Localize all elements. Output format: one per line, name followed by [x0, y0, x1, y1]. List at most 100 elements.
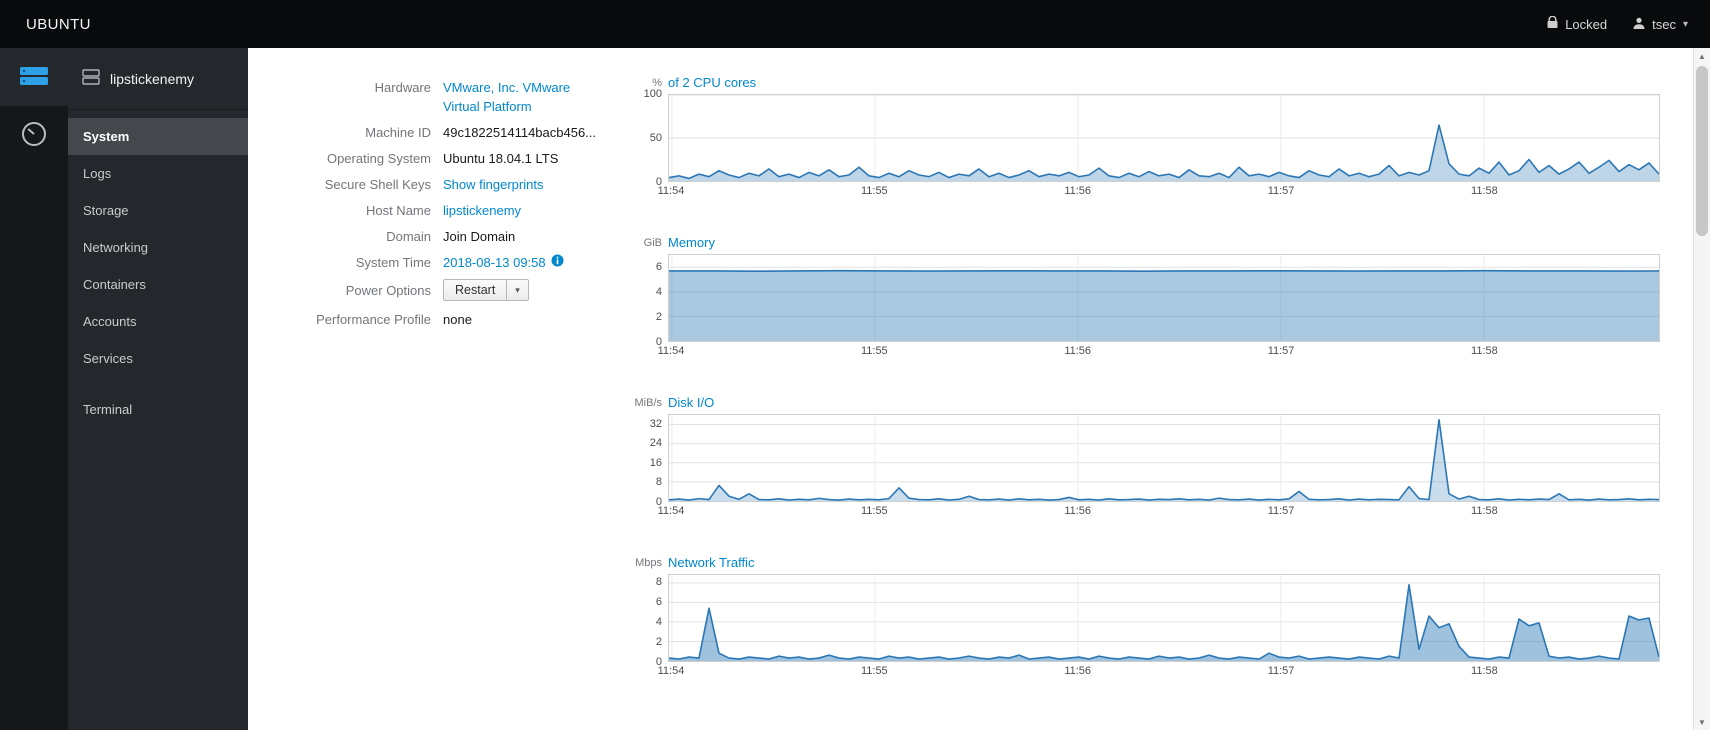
y-axis-labels: 02468	[616, 574, 668, 668]
host-name-link[interactable]: lipstickenemy	[443, 203, 521, 218]
host-tile-selected[interactable]	[0, 48, 68, 106]
brand-logo: UBUNTU	[26, 15, 91, 33]
main-content: Hardware VMware, Inc. VMware Virtual Pla…	[248, 48, 1710, 730]
nav-items: System Logs Storage Networking Container…	[68, 110, 248, 428]
scrollbar-down-arrow[interactable]: ▼	[1694, 714, 1710, 730]
performance-profile-row: Performance Profile none	[268, 310, 608, 329]
disk-io-plot-area	[668, 414, 1660, 502]
sidebar: lipstickenemy System Logs Storage Networ…	[68, 48, 248, 730]
cpu-chart: % of 2 CPU cores 0 50 100 11:54 11:55 11:56 1…	[616, 72, 1660, 200]
x-tick-label: 11:56	[1064, 185, 1092, 197]
host-name: lipstickenemy	[110, 70, 195, 87]
y-tick-label: 100	[643, 88, 662, 100]
disk-io-unit-label: MiB/s	[634, 397, 663, 409]
machine-id-value: 49c1822514114bacb456...	[443, 125, 597, 140]
y-tick-label: 4	[655, 616, 662, 628]
x-tick-label: 11:57	[1267, 185, 1295, 197]
username: tsec	[1652, 16, 1676, 32]
host-name-row: Host Name lipstickenemy	[268, 201, 608, 220]
x-tick-label: 11:55	[860, 345, 888, 357]
y-tick-label: 6	[655, 260, 662, 273]
ssh-keys-label: Secure Shell Keys	[324, 177, 431, 192]
hardware-link[interactable]: VMware, Inc. VMware Virtual Platform	[443, 80, 570, 114]
x-axis-labels: 11:54 11:55 11:56 11:57 11:58	[658, 182, 1660, 200]
network-traffic-chart: Mbps Network Traffic 02468 11:54 11:55 11:…	[616, 552, 1660, 680]
machine-id-label: Machine ID	[365, 125, 431, 140]
x-tick-label: 11:58	[1471, 665, 1498, 677]
system-info-list: Hardware VMware, Inc. VMware Virtual Pla…	[268, 48, 608, 730]
user-icon	[1633, 17, 1645, 32]
memory-chart: GiB Memory 0246 11:54 11:55 11:56 11:57 11:5…	[616, 232, 1660, 360]
x-tick-label: 11:58	[1471, 345, 1498, 357]
y-axis-labels: 0246	[616, 254, 668, 348]
power-options-label: Power Options	[345, 282, 431, 298]
ssh-keys-row: Secure Shell Keys Show fingerprints	[268, 175, 608, 194]
x-tick-label: 11:54	[657, 505, 685, 517]
restart-button[interactable]: Restart	[443, 279, 508, 301]
memory-chart-title-link[interactable]: Memory	[668, 232, 715, 254]
sidebar-item-accounts[interactable]: Accounts	[68, 303, 248, 340]
system-time-label: System Time	[355, 255, 431, 270]
top-bar: UBUNTU Locked tsec ▾	[0, 0, 1710, 48]
sidebar-item-networking[interactable]: Networking	[68, 229, 248, 266]
performance-profile-label: Performance Profile	[316, 312, 431, 327]
x-tick-label: 11:56	[1064, 345, 1092, 357]
disk-io-chart: MiB/s Disk I/O 0 8 16 24 32 11:54 11:55 11:56 1…	[616, 392, 1660, 520]
sidebar-item-system[interactable]: System	[68, 118, 248, 155]
hardware-row: Hardware VMware, Inc. VMware Virtual Pla…	[268, 78, 608, 116]
operating-system-value: Ubuntu 18.04.1 LTS	[443, 151, 559, 166]
sidebar-item-containers[interactable]: Containers	[68, 266, 248, 303]
host-name-label: Host Name	[365, 203, 431, 218]
x-tick-label: 11:54	[657, 665, 685, 677]
x-tick-label: 11:57	[1267, 345, 1295, 357]
x-tick-label: 11:55	[860, 665, 888, 677]
sidebar-item-storage[interactable]: Storage	[68, 192, 248, 229]
lock-icon	[1547, 15, 1558, 32]
x-tick-label: 11:57	[1267, 505, 1295, 517]
x-axis-labels: 11:54 11:55 11:56 11:57 11:58	[658, 342, 1660, 360]
y-tick-label: 6	[655, 596, 662, 608]
x-tick-label: 11:56	[1064, 665, 1092, 677]
system-time-link[interactable]: 2018-08-13 09:58	[443, 253, 546, 272]
locked-label: Locked	[1565, 16, 1608, 32]
y-tick-label: 2	[655, 310, 662, 323]
locked-indicator[interactable]: Locked	[1547, 15, 1608, 32]
network-unit-label: Mbps	[635, 557, 662, 569]
host-header[interactable]: lipstickenemy	[68, 48, 248, 110]
x-tick-label: 11:58	[1471, 185, 1498, 197]
y-axis-labels: 0 8 16 24 32	[616, 414, 668, 508]
vertical-scrollbar[interactable]: ▲ ▼	[1693, 48, 1710, 730]
user-menu[interactable]: tsec ▾	[1633, 17, 1688, 32]
sidebar-item-logs[interactable]: Logs	[68, 155, 248, 192]
host-icon	[82, 69, 100, 88]
info-icon[interactable]	[551, 253, 564, 272]
sidebar-item-terminal[interactable]: Terminal	[68, 391, 248, 428]
scrollbar-up-arrow[interactable]: ▲	[1694, 48, 1710, 64]
hardware-label: Hardware	[374, 80, 431, 95]
machine-id-row: Machine ID 49c1822514114bacb456...	[268, 123, 608, 142]
show-fingerprints-link[interactable]: Show fingerprints	[443, 177, 543, 192]
charts-column: % of 2 CPU cores 0 50 100 11:54 11:55 11:56 1…	[616, 48, 1710, 730]
x-axis-labels: 11:54 11:55 11:56 11:57 11:58	[658, 662, 1660, 680]
cpu-plot-area	[668, 94, 1660, 182]
memory-unit-label: GiB	[643, 237, 662, 249]
y-tick-label: 8	[655, 476, 662, 489]
network-chart-title-link[interactable]: Network Traffic	[668, 552, 754, 574]
restart-dropdown-button[interactable]: ▾	[507, 279, 529, 301]
domain-label: Domain	[386, 229, 431, 244]
y-tick-label: 32	[649, 417, 662, 430]
x-axis-labels: 11:54 11:55 11:56 11:57 11:58	[658, 502, 1660, 520]
x-tick-label: 11:55	[860, 505, 888, 517]
scrollbar-thumb[interactable]	[1696, 66, 1708, 236]
server-icon	[19, 64, 49, 91]
y-tick-label: 50	[649, 132, 662, 144]
x-tick-label: 11:56	[1064, 505, 1092, 517]
domain-value[interactable]: Join Domain	[443, 227, 515, 246]
y-tick-label: 16	[649, 456, 662, 469]
chevron-down-icon: ▾	[1682, 18, 1688, 30]
sidebar-item-services[interactable]: Services	[68, 340, 248, 377]
cpu-chart-title-link[interactable]: of 2 CPU cores	[668, 72, 756, 94]
dashboard-tile[interactable]	[0, 106, 68, 164]
y-tick-label: 4	[655, 285, 662, 298]
disk-io-chart-title-link[interactable]: Disk I/O	[668, 392, 714, 414]
